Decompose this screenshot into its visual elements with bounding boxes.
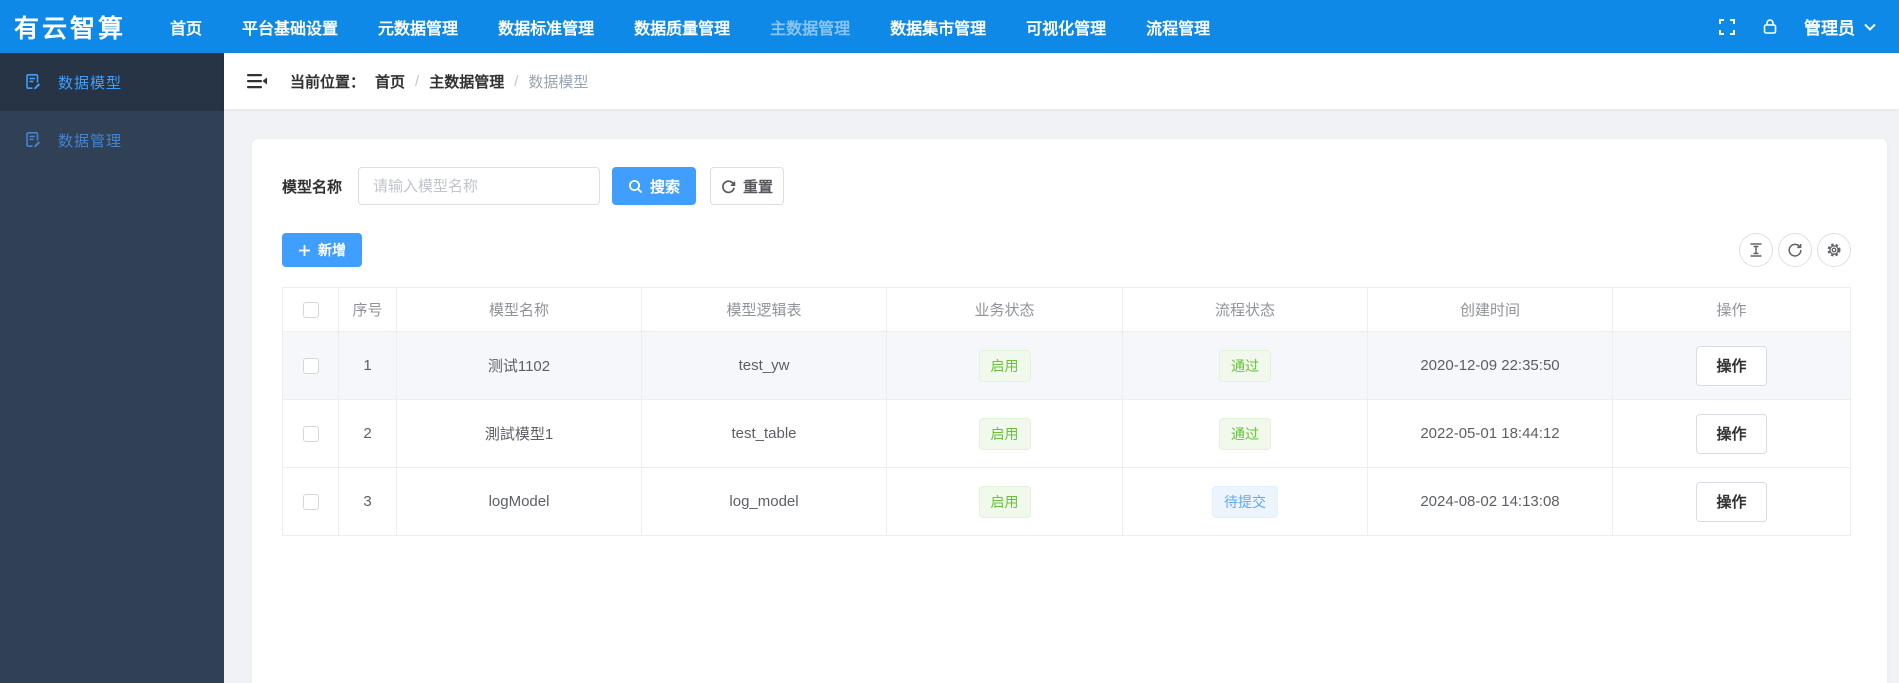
cell-created: 2024-08-02 14:13:08 (1367, 467, 1613, 536)
biz-status-badge: 启用 (978, 485, 1031, 518)
table-refresh-button[interactable] (1778, 233, 1812, 267)
flow-status-badge: 通过 (1219, 417, 1271, 450)
plus-icon (299, 244, 310, 256)
sidebar-item-data-management[interactable]: 数据管理 (0, 111, 224, 169)
cell-model-name: 测试1102 (396, 331, 642, 400)
sidebar-fold-icon[interactable] (246, 72, 268, 90)
row-action-button[interactable]: 操作 (1696, 481, 1767, 522)
content-card: 模型名称 搜索 重置 (252, 139, 1887, 683)
breadcrumb-bar: 当前位置： 首页 / 主数据管理 / 数据模型 (224, 53, 1899, 109)
brand-logo: 有云智算 (14, 14, 127, 43)
cell-logic-table: test_table (641, 399, 887, 468)
nav-item-metadata[interactable]: 元数据管理 (378, 15, 458, 39)
row-action-button[interactable]: 操作 (1696, 413, 1767, 454)
reset-button[interactable]: 重置 (710, 167, 785, 205)
cell-created: 2022-05-01 18:44:12 (1367, 399, 1613, 468)
add-button[interactable]: 新增 (282, 233, 362, 267)
header-created: 创建时间 (1367, 287, 1613, 332)
cell-index: 2 (338, 399, 397, 468)
header-action: 操作 (1612, 287, 1851, 332)
search-button-label: 搜索 (650, 178, 681, 196)
user-menu[interactable]: 管理员 (1804, 14, 1877, 39)
fullscreen-icon[interactable] (1718, 18, 1736, 36)
model-name-input[interactable] (358, 167, 601, 205)
breadcrumb-separator: / (415, 72, 420, 90)
cell-index: 1 (338, 331, 397, 400)
user-name: 管理员 (1804, 19, 1855, 38)
table-row: 2 測試模型1 test_table 启用 通过 2022-05-01 18:4… (282, 399, 1851, 468)
table-row: 3 logModel log_model 启用 待提交 2024-08-02 1… (282, 467, 1851, 536)
flow-status-badge: 通过 (1219, 349, 1271, 382)
topbar-right: 管理员 (1718, 14, 1877, 39)
nav-item-workflow[interactable]: 流程管理 (1146, 15, 1210, 39)
search-form: 模型名称 搜索 重置 (282, 167, 1851, 205)
top-nav-menu: 首页 平台基础设置 元数据管理 数据标准管理 数据质量管理 主数据管理 数据集市… (170, 15, 1210, 39)
table-density-button[interactable] (1739, 233, 1773, 267)
header-logic-table: 模型逻辑表 (641, 287, 887, 332)
breadcrumb-item-home[interactable]: 首页 (375, 71, 405, 92)
text-height-icon (1750, 243, 1762, 257)
table-tool-icons (1739, 233, 1851, 267)
nav-item-data-standard[interactable]: 数据标准管理 (498, 15, 594, 39)
sidebar-item-data-model[interactable]: 数据模型 (0, 53, 224, 111)
table-row: 1 测试1102 test_yw 启用 通过 2020-12-09 22:35:… (282, 331, 1851, 400)
row-action-button[interactable]: 操作 (1696, 345, 1767, 386)
header-index: 序号 (338, 287, 397, 332)
refresh-icon (722, 179, 736, 193)
search-icon (629, 179, 643, 193)
table-header-row: 序号 模型名称 模型逻辑表 业务状态 流程状态 创建时间 操作 (282, 287, 1851, 332)
top-navbar: 有云智算 首页 平台基础设置 元数据管理 数据标准管理 数据质量管理 主数据管理… (0, 0, 1899, 53)
table-settings-button[interactable] (1817, 233, 1851, 267)
breadcrumb-prefix: 当前位置： (290, 73, 366, 91)
gear-icon (1827, 243, 1841, 257)
cell-index: 3 (338, 467, 397, 536)
nav-item-data-mart[interactable]: 数据集市管理 (890, 15, 986, 39)
nav-item-data-quality[interactable]: 数据质量管理 (634, 15, 730, 39)
row-checkbox[interactable] (302, 358, 319, 375)
reset-button-label: 重置 (743, 178, 774, 196)
header-flow-status: 流程状态 (1122, 287, 1368, 332)
sidebar-item-label: 数据模型 (58, 74, 123, 92)
breadcrumb: 当前位置： 首页 / 主数据管理 / 数据模型 (290, 71, 588, 92)
model-table: 序号 模型名称 模型逻辑表 业务状态 流程状态 创建时间 操作 1 测试1102… (282, 287, 1851, 536)
lock-icon[interactable] (1762, 18, 1778, 35)
select-all-checkbox[interactable] (302, 302, 319, 319)
model-name-label: 模型名称 (282, 178, 343, 196)
sidebar: 数据模型 数据管理 (0, 53, 224, 683)
sidebar-item-label: 数据管理 (58, 132, 123, 150)
header-model-name: 模型名称 (396, 287, 642, 332)
cell-logic-table: test_yw (641, 331, 887, 400)
row-checkbox[interactable] (302, 494, 319, 511)
breadcrumb-item-master-data[interactable]: 主数据管理 (429, 71, 504, 92)
document-edit-icon (26, 132, 41, 148)
add-button-label: 新增 (318, 242, 346, 258)
refresh-icon (1788, 243, 1802, 257)
search-button[interactable]: 搜索 (612, 167, 697, 205)
biz-status-badge: 启用 (978, 349, 1031, 382)
row-checkbox[interactable] (302, 426, 319, 443)
biz-status-badge: 启用 (978, 417, 1031, 450)
chevron-down-icon (1864, 23, 1876, 31)
document-edit-icon (26, 74, 41, 90)
nav-item-platform-settings[interactable]: 平台基础设置 (242, 15, 338, 39)
table-toolbar: 新增 (282, 233, 1851, 267)
nav-item-master-data[interactable]: 主数据管理 (770, 15, 850, 39)
breadcrumb-separator: / (514, 72, 519, 90)
cell-model-name: 測試模型1 (396, 399, 642, 468)
nav-item-home[interactable]: 首页 (170, 15, 202, 39)
nav-item-visualization[interactable]: 可视化管理 (1026, 15, 1106, 39)
flow-status-badge: 待提交 (1212, 485, 1278, 518)
cell-model-name: logModel (396, 467, 642, 536)
breadcrumb-item-current: 数据模型 (528, 73, 589, 91)
content-area: 模型名称 搜索 重置 (224, 109, 1899, 683)
cell-logic-table: log_model (641, 467, 887, 536)
header-biz-status: 业务状态 (886, 287, 1123, 332)
cell-created: 2020-12-09 22:35:50 (1367, 331, 1613, 400)
